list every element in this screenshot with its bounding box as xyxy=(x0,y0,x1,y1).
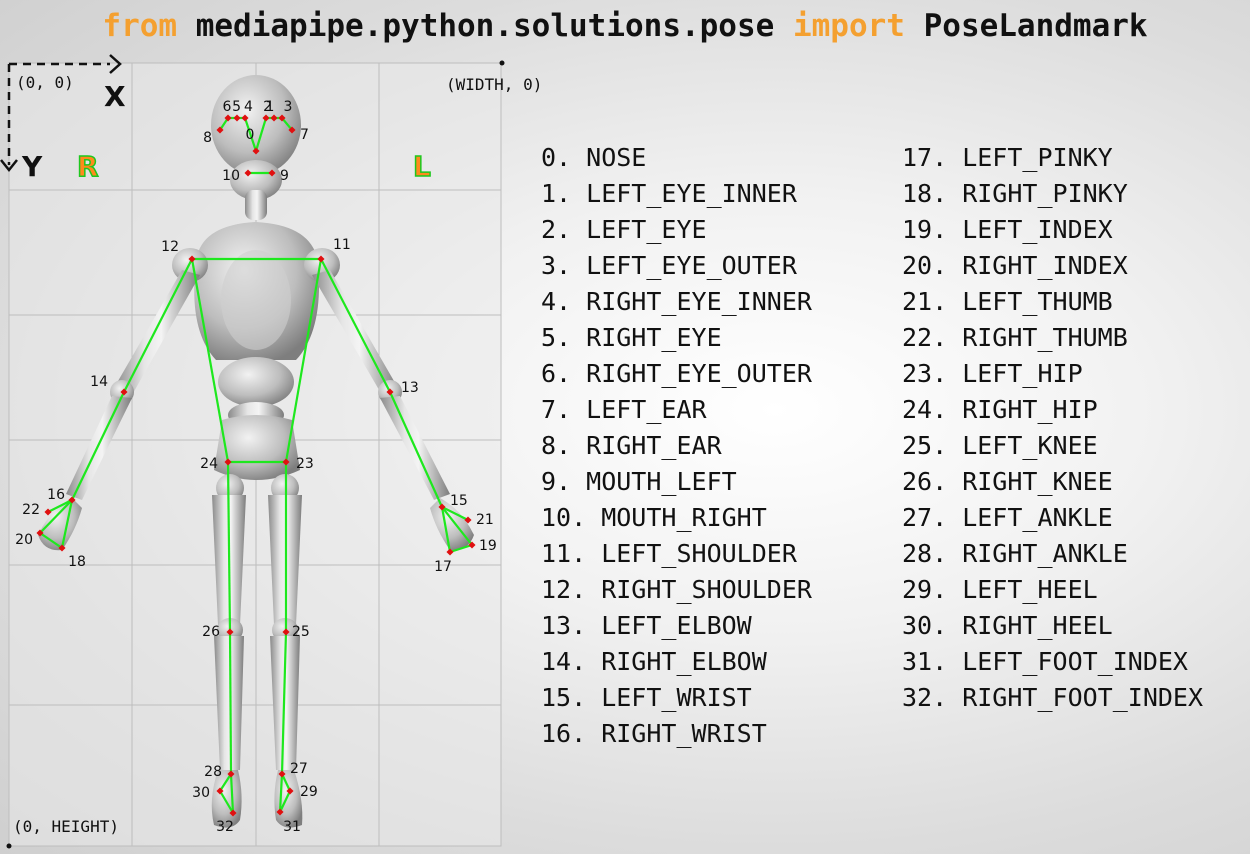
y-axis-label: Y xyxy=(21,150,43,183)
left-side-label: L xyxy=(413,150,431,183)
landmark-list-item: 1. LEFT_EYE_INNER xyxy=(541,179,797,208)
landmark-list-item: 30. RIGHT_HEEL xyxy=(902,611,1113,640)
landmark-list-item: 14. RIGHT_ELBOW xyxy=(541,647,767,676)
landmark-list-item: 22. RIGHT_THUMB xyxy=(902,323,1128,352)
landmark-number: 28 xyxy=(204,764,222,780)
width-corner-dot xyxy=(499,60,505,66)
landmark-list-item: 4. RIGHT_EYE_INNER xyxy=(541,287,812,316)
landmark-list-item: 23. LEFT_HIP xyxy=(902,359,1083,388)
landmark-list-item: 15. LEFT_WRIST xyxy=(541,683,752,712)
landmark-list-item: 12. RIGHT_SHOULDER xyxy=(541,575,812,604)
landmark-number: 21 xyxy=(476,512,494,528)
height-label: (0, HEIGHT) xyxy=(13,817,119,836)
landmark-number: 8 xyxy=(203,130,212,146)
landmark-list-item: 27. LEFT_ANKLE xyxy=(902,503,1113,532)
landmark-number: 15 xyxy=(450,493,468,509)
landmark-list-item: 25. LEFT_KNEE xyxy=(902,431,1098,460)
landmark-number: 16 xyxy=(47,487,65,503)
landmark-list-item: 13. LEFT_ELBOW xyxy=(541,611,752,640)
landmark-list-item: 10. MOUTH_RIGHT xyxy=(541,503,767,532)
landmark-number: 7 xyxy=(300,127,309,143)
landmark-number: 26 xyxy=(202,624,220,640)
landmark-list-item: 6. RIGHT_EYE_OUTER xyxy=(541,359,812,388)
landmark-list-item: 24. RIGHT_HIP xyxy=(902,395,1098,424)
landmark-number: 14 xyxy=(90,374,108,390)
origin-label: (0, 0) xyxy=(16,73,74,92)
landmark-number: 4 xyxy=(244,99,253,115)
landmark-list-right: 17. LEFT_PINKY 18. RIGHT_PINKY 19. LEFT_IN… xyxy=(902,140,1203,716)
width-label: (WIDTH, 0) xyxy=(446,75,542,94)
landmark-number: 17 xyxy=(434,559,452,575)
landmark-list-item: 19. LEFT_INDEX xyxy=(902,215,1113,244)
landmark-number: 18 xyxy=(68,554,86,570)
height-corner-dot xyxy=(6,843,12,849)
landmark-number: 25 xyxy=(292,624,310,640)
landmark-list-item: 0. NOSE xyxy=(541,143,647,172)
landmark-list-item: 17. LEFT_PINKY xyxy=(902,143,1113,172)
landmark-list-item: 3. LEFT_EYE_OUTER xyxy=(541,251,797,280)
landmark-number: 6 xyxy=(223,99,232,115)
landmark-number: 29 xyxy=(300,784,318,800)
landmark-number: 24 xyxy=(200,456,218,472)
landmark-number: 22 xyxy=(22,502,40,518)
landmark-list-item: 20. RIGHT_INDEX xyxy=(902,251,1128,280)
landmark-list-item: 21. LEFT_THUMB xyxy=(902,287,1113,316)
landmark-list-item: 2. LEFT_EYE xyxy=(541,215,707,244)
landmark-list-item: 32. RIGHT_FOOT_INDEX xyxy=(902,683,1204,712)
landmark-list-item: 29. LEFT_HEEL xyxy=(902,575,1098,604)
landmark-list-item: 26. RIGHT_KNEE xyxy=(902,467,1113,496)
landmark-list-item: 7. LEFT_EAR xyxy=(541,395,707,424)
landmark-number: 19 xyxy=(479,538,497,554)
landmark-number: 2 xyxy=(263,99,272,115)
landmark-number: 12 xyxy=(161,239,179,255)
landmark-list-item: 18. RIGHT_PINKY xyxy=(902,179,1128,208)
landmark-number: 30 xyxy=(192,785,210,801)
landmark-number: 23 xyxy=(296,456,314,472)
landmark-list-item: 9. MOUTH_LEFT xyxy=(541,467,737,496)
landmark-number: 20 xyxy=(15,532,33,548)
landmark-list-item: 11. LEFT_SHOULDER xyxy=(541,539,797,568)
skeleton-connection xyxy=(228,631,233,775)
landmark-number: 9 xyxy=(280,168,289,184)
landmark-number: 13 xyxy=(401,380,419,396)
x-axis-label: X xyxy=(104,80,126,113)
landmark-number: 31 xyxy=(283,819,301,835)
landmark-number: 10 xyxy=(222,168,240,184)
landmark-number: 3 xyxy=(284,99,293,115)
landmark-list-left: 0. NOSE 1. LEFT_EYE_INNER 2. LEFT_EYE 3. LE… xyxy=(541,140,812,752)
landmark-number: 11 xyxy=(333,237,351,253)
landmark-list-item: 5. RIGHT_EYE xyxy=(541,323,722,352)
landmark-list-item: 28. RIGHT_ANKLE xyxy=(902,539,1128,568)
landmark-number: 27 xyxy=(290,761,308,777)
landmark-number: 0 xyxy=(246,127,255,143)
landmark-list-item: 16. RIGHT_WRIST xyxy=(541,719,767,748)
landmark-number: 32 xyxy=(216,819,234,835)
landmark-number: 5 xyxy=(232,99,241,115)
landmark-list-item: 8. RIGHT_EAR xyxy=(541,431,722,460)
landmark-list-item: 31. LEFT_FOOT_INDEX xyxy=(902,647,1188,676)
right-side-label: R xyxy=(77,150,99,183)
